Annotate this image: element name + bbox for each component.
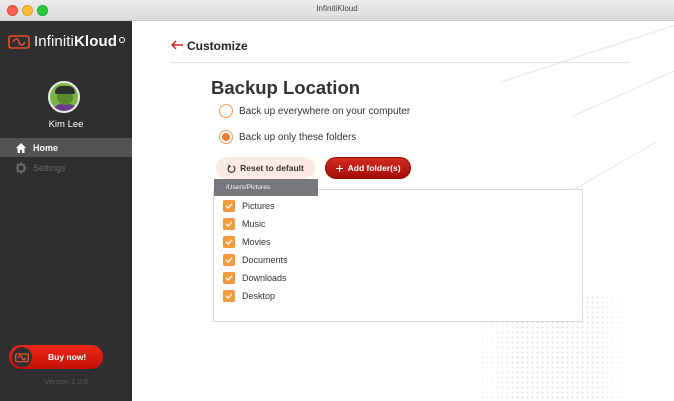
decor-line — [571, 34, 674, 117]
list-item[interactable]: Desktop — [223, 290, 275, 302]
list-item[interactable]: Downloads — [223, 272, 287, 284]
logo-icon — [12, 347, 32, 367]
check-icon — [225, 221, 233, 227]
header-divider — [170, 62, 630, 63]
app-logo: InfinitiKloud — [8, 33, 117, 50]
folder-label: Desktop — [242, 291, 276, 301]
reset-label: Reset to default — [240, 163, 304, 173]
add-folders-button[interactable]: + Add folder(s) — [325, 157, 411, 179]
sidebar-item-home[interactable]: Home — [0, 138, 132, 157]
list-item[interactable]: Music — [223, 218, 266, 230]
back-arrow-icon[interactable] — [170, 39, 184, 51]
checkbox[interactable] — [223, 272, 235, 284]
check-icon — [225, 203, 233, 209]
logo-icon — [8, 35, 30, 49]
radio-button[interactable] — [219, 130, 233, 144]
registered-mark-icon — [119, 37, 125, 43]
reset-to-default-button[interactable]: Reset to default — [216, 157, 315, 179]
gear-icon — [15, 162, 27, 173]
radio-label: Back up only these folders — [239, 131, 357, 143]
list-item[interactable]: Documents — [223, 254, 288, 266]
home-icon — [16, 142, 26, 153]
window-title: InfinitiKloud — [316, 4, 358, 13]
check-icon — [225, 239, 233, 245]
check-icon — [225, 293, 233, 299]
radio-backup-folders[interactable]: Back up only these folders — [219, 130, 356, 144]
checkbox[interactable] — [223, 200, 235, 212]
buy-now-label: Buy now! — [48, 352, 87, 362]
check-icon — [225, 257, 233, 263]
page-title: Customize — [187, 39, 248, 53]
checkbox[interactable] — [223, 254, 235, 266]
folder-label: Movies — [242, 237, 271, 247]
folder-path-tooltip: /Users/Pictures — [214, 179, 318, 196]
buy-now-button[interactable]: Buy now! — [9, 345, 103, 369]
version-text: Version 2.0.0 — [44, 377, 88, 386]
plus-icon: + — [335, 160, 344, 176]
folder-label: Pictures — [242, 201, 275, 211]
sidebar-item-label: Home — [33, 142, 59, 153]
checkbox[interactable] — [223, 290, 235, 302]
add-folders-label: Add folder(s) — [347, 163, 401, 173]
list-item[interactable]: Movies — [223, 236, 271, 248]
section-title: Backup Location — [211, 77, 361, 98]
reset-icon — [227, 164, 236, 173]
checkbox[interactable] — [223, 218, 235, 230]
radio-button[interactable] — [219, 104, 233, 118]
folder-label: Documents — [242, 255, 288, 265]
radio-label: Back up everywhere on your computer — [239, 105, 411, 117]
check-icon — [225, 275, 233, 281]
username: Kim Lee — [48, 119, 84, 130]
logo-text: InfinitiKloud — [34, 33, 117, 50]
window-titlebar: InfinitiKloud — [0, 0, 674, 21]
list-item[interactable]: Pictures — [223, 200, 275, 212]
checkbox[interactable] — [223, 236, 235, 248]
sidebar: InfinitiKloud Kim Lee Home Settings Buy … — [0, 21, 132, 401]
radio-backup-everywhere[interactable]: Back up everywhere on your computer — [219, 104, 410, 118]
folder-label: Downloads — [242, 273, 287, 283]
decor-line — [501, 21, 674, 82]
sidebar-item-settings[interactable]: Settings — [0, 158, 132, 177]
avatar[interactable] — [48, 81, 80, 113]
sidebar-item-label: Settings — [33, 162, 66, 173]
folder-label: Music — [242, 219, 266, 229]
